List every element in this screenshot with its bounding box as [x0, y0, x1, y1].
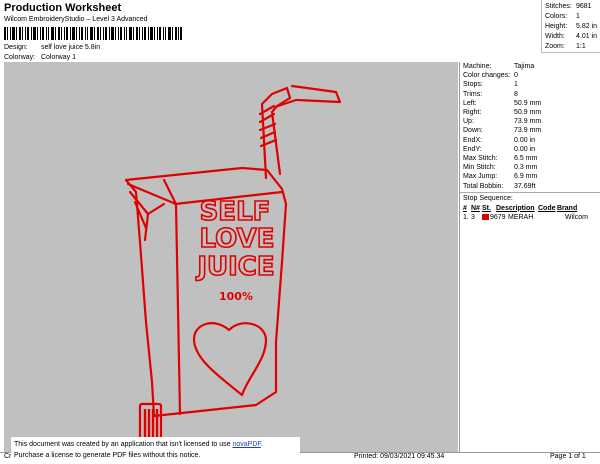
design-stats: Stitches: 9681 Colors: 1 Height: 5.82 in Wi…	[541, 0, 600, 53]
col-needle: N#	[471, 204, 480, 212]
straw	[260, 86, 292, 180]
info-max-jump: Max Jump: 6.9 mm	[463, 173, 538, 181]
machine-info-panel: Machine: Tajima Color changes: 0 Stops: 1 T…	[459, 62, 600, 452]
info-total-bobbin: Total Bobbin: 37.69ft	[463, 182, 536, 190]
col-number: #	[463, 204, 467, 212]
stop-sequence-heading: Stop Sequence:	[460, 191, 600, 202]
info-trims: Trims: 8	[463, 90, 518, 98]
info-down: Down: 73.9 mm	[463, 127, 542, 135]
stat-height: Height: 5.82 in	[545, 23, 598, 30]
col-description: Description	[496, 204, 535, 212]
stat-stitches: Stitches: 9681	[545, 3, 592, 10]
col-stitches: St.	[482, 204, 491, 212]
info-endy: EndY: 0.00 in	[463, 145, 536, 153]
info-machine: Machine: Tajima	[463, 63, 535, 70]
love-text: LOVE	[200, 224, 275, 254]
colorway-row: Colorway: Colorway 1	[4, 54, 76, 61]
stat-width: Width: 4.01 in	[545, 33, 598, 40]
design-preview: SELF LOVE JUICE 100%	[4, 62, 458, 452]
design-label: Design:	[4, 44, 28, 51]
page-number: Page 1 of 1	[550, 453, 586, 460]
info-stops: Stops: 1	[463, 81, 518, 89]
stat-zoom: Zoom: 1:1	[545, 43, 586, 50]
colorway-label: Colorway:	[4, 54, 36, 61]
heart-icon	[192, 322, 268, 397]
info-left: Left: 50.9 mm	[463, 99, 542, 107]
col-code: Code	[538, 204, 556, 212]
stop-sequence-columns: # N# St. Description Code Brand	[460, 205, 600, 212]
info-max-stitch: Max Stitch: 6.5 mm	[463, 155, 538, 163]
info-color-changes: Color changes: 0	[463, 72, 518, 80]
info-right: Right: 50.9 mm	[463, 109, 542, 117]
design-row: Design: self love juice 5.8in	[4, 44, 100, 51]
software-subtitle: Wilcom EmbroideryStudio – Level 3 Advanc…	[4, 16, 148, 23]
novapdf-link[interactable]: novaPDF	[232, 441, 260, 448]
stat-colors: Colors: 1	[545, 13, 580, 20]
design-value: self love juice 5.8in	[40, 44, 101, 51]
colorway-value: Colorway 1	[40, 54, 76, 61]
thread-color-swatch	[482, 214, 489, 220]
self-text: SELF	[200, 197, 271, 227]
license-notice: This document was created by an applicat…	[11, 437, 300, 464]
info-up: Up: 73.9 mm	[463, 118, 542, 126]
printed-date: Printed: 09/03/2021 09:45.34	[354, 453, 445, 460]
page-title: Production Worksheet	[4, 2, 122, 14]
juice-box-embroidery: SELF LOVE JUICE 100%	[124, 84, 342, 451]
col-brand: Brand	[557, 204, 578, 212]
stop-row: 1. 3 9679 MERAH Wilcom	[463, 213, 588, 221]
barcode	[4, 27, 182, 40]
info-min-stitch: Min Stitch: 0.3 mm	[463, 164, 538, 172]
juice-text: JUICE	[195, 252, 274, 282]
info-endx: EndX: 0.00 in	[463, 136, 536, 144]
percent-text: 100%	[219, 290, 253, 303]
